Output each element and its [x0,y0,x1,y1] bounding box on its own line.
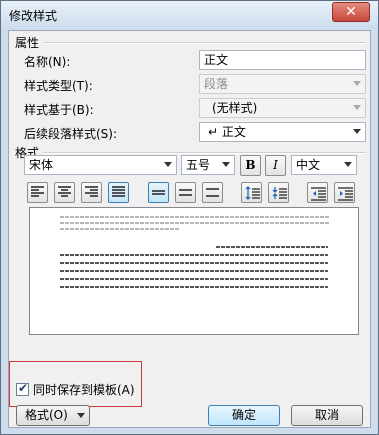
align-center-icon [58,186,71,197]
checkmark-icon: ✔ [18,381,29,395]
decrease-spacing-icon [272,187,287,199]
justify-icon [112,186,125,197]
decrease-indent-button[interactable] [307,182,328,203]
align-left-icon [31,186,44,197]
based-on-label: 样式基于(B): [24,103,94,117]
align-center-button[interactable] [54,182,75,203]
chevron-down-icon [164,162,172,167]
one-half-spacing-button[interactable] [175,182,196,203]
align-right-button[interactable] [81,182,102,203]
next-style-label: 后续段落样式(S): [24,127,118,141]
name-value: 正文 [204,53,229,67]
properties-divider [43,42,366,44]
preview-text-line [216,246,328,248]
style-preview [29,207,359,335]
size-value: 五号 [186,158,211,172]
size-select[interactable]: 五号 [181,155,235,175]
preview-text-line [60,216,330,218]
format-button-label: 格式(O) [25,408,68,422]
font-select[interactable]: 宋体 [24,155,177,175]
modify-style-dialog: 修改样式 ✕ 属性 名称(N): 正文 样式类型(T): 段落 样式基于(B):… [0,0,379,435]
properties-section-label: 属性 [15,36,40,50]
style-type-select[interactable]: 段落 [199,74,366,94]
based-on-value: (无样式) [212,101,258,115]
ok-button[interactable]: 确定 [208,405,280,426]
single-spacing-button[interactable] [148,182,169,203]
cancel-button[interactable]: 取消 [291,405,363,426]
dialog-body: 属性 名称(N): 正文 样式类型(T): 段落 样式基于(B): (无样式) … [8,30,371,428]
double-spacing-button[interactable] [202,182,223,203]
chevron-down-icon [353,129,361,134]
format-menu-button[interactable]: 格式(O) [16,405,90,426]
language-select[interactable]: 中文 [291,155,357,175]
increase-indent-icon [338,187,353,201]
increase-indent-button[interactable] [334,182,355,203]
italic-button[interactable]: I [265,155,286,176]
paragraph-return-icon: ↵ [208,125,219,139]
name-label: 名称(N): [24,55,71,69]
preview-text-line [60,222,330,224]
align-right-icon [85,186,98,197]
justify-button[interactable] [108,182,129,203]
single-spacing-icon [152,190,165,195]
preview-text-line [60,286,328,288]
chevron-down-icon [77,413,85,418]
style-type-label: 样式类型(T): [24,79,93,93]
next-style-select[interactable]: ↵ 正文 [199,122,366,142]
bold-button[interactable]: B [240,155,261,176]
preview-text-line [60,262,328,264]
language-value: 中文 [296,158,321,172]
preview-text-line [60,228,180,230]
save-to-template-label: 同时保存到模板(A) [33,383,135,397]
one-half-spacing-icon [179,189,192,196]
title-bar: 修改样式 ✕ [1,1,378,29]
chevron-down-icon [353,105,361,110]
style-type-value: 段落 [204,77,229,91]
format-divider [43,152,366,154]
decrease-paragraph-spacing-button[interactable] [268,182,289,203]
name-field[interactable]: 正文 [199,50,366,70]
based-on-select[interactable]: (无样式) [199,98,366,118]
align-left-button[interactable] [27,182,48,203]
increase-paragraph-spacing-button[interactable] [241,182,262,203]
chevron-down-icon [344,162,352,167]
close-button[interactable]: ✕ [332,2,370,22]
preview-text-line [60,254,328,256]
save-to-template-checkbox[interactable]: ✔ [16,381,29,396]
decrease-indent-icon [311,187,326,201]
close-icon: ✕ [345,4,357,20]
preview-text-line [60,270,328,272]
dialog-title: 修改样式 [9,9,58,23]
chevron-down-icon [222,162,230,167]
chevron-down-icon [353,81,361,86]
next-style-value: 正文 [221,125,246,139]
increase-spacing-icon [245,186,260,200]
font-value: 宋体 [29,158,54,172]
double-spacing-icon [206,188,219,197]
preview-text-line [60,278,328,280]
